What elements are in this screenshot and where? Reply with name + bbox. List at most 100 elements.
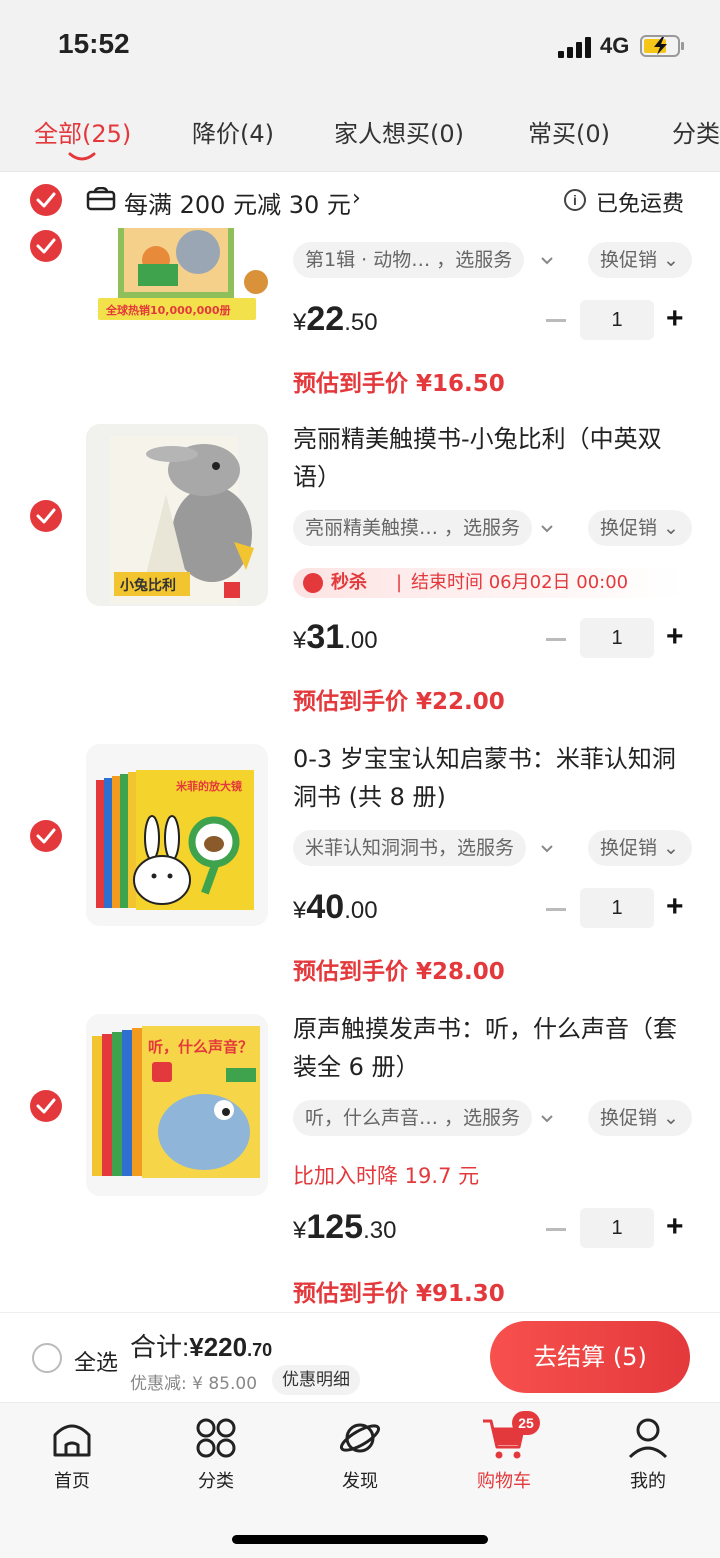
tab-price-drop[interactable]: 降价(4) <box>192 114 274 149</box>
price-integer: 22 <box>306 300 345 338</box>
quantity-input[interactable]: 1 <box>580 300 654 340</box>
price-decimal: .50 <box>344 309 378 336</box>
increase-qty-button[interactable]: + <box>666 892 684 922</box>
product-image[interactable]: 小兔比利 <box>86 424 268 606</box>
total-price: 合计:¥220.70 <box>130 1327 272 1364</box>
total-integer: ¥220 <box>189 1332 248 1362</box>
nav-discover[interactable]: 发现 <box>310 1415 410 1493</box>
tab-category[interactable]: 分类 <box>672 114 720 149</box>
flash-sale-label: 秒杀 <box>331 572 367 593</box>
store-promo-header: 每满 200 元减 30 元 › i 已免运费 <box>0 172 720 228</box>
shipping-status: 已免运费 <box>596 192 685 217</box>
select-all-label[interactable]: 全选 <box>74 1345 118 1377</box>
estimated-price: 预估到手价 ¥91.30 <box>293 1281 505 1307</box>
currency-symbol: ¥ <box>293 627 307 654</box>
info-icon[interactable]: i <box>564 189 586 211</box>
increase-qty-button[interactable]: + <box>666 622 684 652</box>
store-checkbox[interactable] <box>30 184 62 216</box>
item-checkbox[interactable] <box>30 820 62 852</box>
nav-cart-label: 购物车 <box>477 1471 531 1492</box>
price-decimal: .00 <box>344 627 378 654</box>
quantity-input[interactable]: 1 <box>580 1208 654 1248</box>
chevron-down-icon <box>541 257 553 265</box>
checkout-button[interactable]: 去结算 (5) <box>490 1321 690 1393</box>
increase-qty-button[interactable]: + <box>666 304 684 334</box>
estimated-price: 预估到手价 ¥22.00 <box>293 689 505 715</box>
currency-symbol: ¥ <box>293 1217 307 1244</box>
decrease-qty-button[interactable] <box>546 638 566 641</box>
coupon-icon <box>86 187 116 211</box>
checkout-bar: 全选 合计:¥220.70 优惠减: ¥ 85.00 优惠明细 去结算 (5) <box>0 1312 720 1402</box>
cart-list[interactable]: 每满 200 元减 30 元 › i 已免运费 全球热销10,000,000册 <box>0 172 720 1312</box>
flash-sale-end-time: 结束时间 06月02日 00:00 <box>411 572 629 593</box>
discount-detail-button[interactable]: 优惠明细 <box>272 1365 360 1395</box>
network-label: 4G <box>600 33 630 58</box>
change-promo-label: 换促销 <box>600 837 658 859</box>
cart-filter-tabs: 全部(25) 降价(4) 家人想买(0) 常买(0) 分类 <box>0 92 720 172</box>
tab-all[interactable]: 全部(25) <box>34 114 131 149</box>
nav-home[interactable]: 首页 <box>22 1415 122 1493</box>
estimated-price: 预估到手价 ¥16.50 <box>293 371 505 397</box>
decrease-qty-button[interactable] <box>546 1228 566 1231</box>
nav-cart[interactable]: 25 购物车 <box>454 1411 554 1493</box>
decrease-qty-button[interactable] <box>546 319 566 322</box>
check-icon <box>36 192 56 208</box>
cart-count-badge: 25 <box>512 1411 540 1435</box>
nav-category[interactable]: 分类 <box>166 1415 266 1493</box>
product-title[interactable]: 原声触摸发声书：听，什么声音（套装全 6 册） <box>293 1010 693 1086</box>
item-price: ¥40.00 <box>293 888 378 927</box>
item-checkbox[interactable] <box>30 500 62 532</box>
tab-family-wants[interactable]: 家人想买(0) <box>334 114 464 149</box>
nav-profile[interactable]: 我的 <box>598 1415 698 1493</box>
category-grid-icon <box>196 1418 236 1458</box>
estimated-price: 预估到手价 ¥28.00 <box>293 959 505 985</box>
decrease-qty-button[interactable] <box>546 908 566 911</box>
cover-text: 听，什么声音？ <box>148 1038 253 1056</box>
nav-category-label: 分类 <box>198 1471 234 1492</box>
chevron-down-icon <box>541 845 553 853</box>
spec-selector[interactable]: 米菲认知洞洞书，选服务 <box>293 830 527 866</box>
spec-selector[interactable]: 第1辑 · 动物… ，选服务 <box>293 242 525 278</box>
change-promo-button[interactable]: 换促销 ⌄ <box>588 510 692 546</box>
item-checkbox[interactable] <box>30 1090 62 1122</box>
total-decimal: .70 <box>247 1340 273 1360</box>
chevron-down-icon <box>541 525 553 533</box>
tab-frequently-bought[interactable]: 常买(0) <box>528 114 610 149</box>
promo-text[interactable]: 每满 200 元减 30 元 <box>124 185 351 220</box>
currency-symbol: ¥ <box>293 309 307 336</box>
chevron-down-icon <box>541 1115 553 1123</box>
price-drop-notice: 比加入时降 19.7 元 <box>293 1164 480 1188</box>
home-indicator <box>232 1535 488 1544</box>
product-image[interactable]: 听，什么声音？ <box>86 1014 268 1196</box>
active-tab-indicator <box>68 152 96 161</box>
book-cover-rabbit: 小兔比利 <box>86 424 268 606</box>
increase-qty-button[interactable]: + <box>666 1212 684 1242</box>
product-image[interactable]: 米菲的放大镜 <box>86 744 268 926</box>
item-price: ¥31.00 <box>293 618 378 657</box>
home-icon <box>53 1424 91 1457</box>
change-promo-label: 换促销 <box>600 1107 658 1129</box>
bottom-tab-bar: 首页 分类 发现 25 购物车 我的 <box>0 1402 720 1558</box>
select-all-checkbox[interactable] <box>32 1343 62 1373</box>
change-promo-button[interactable]: 换促销 ⌄ <box>588 242 692 278</box>
change-promo-button[interactable]: 换促销 ⌄ <box>588 1100 692 1136</box>
spec-selector[interactable]: 听，什么声音… ，选服务 <box>293 1100 533 1136</box>
change-promo-label: 换促销 <box>600 517 658 539</box>
planet-icon <box>339 1423 381 1453</box>
shopping-cart-screen: 15:52 4G 全部(25) 降价(4) 家人想买(0) 常买(0) 分类 每… <box>0 0 720 1558</box>
spec-selector[interactable]: 亮丽精美触摸… ，选服务 <box>293 510 533 546</box>
change-promo-button[interactable]: 换促销 ⌄ <box>588 830 692 866</box>
nav-profile-label: 我的 <box>630 1471 666 1492</box>
product-title[interactable]: 亮丽精美触摸书-小兔比利（中英双语） <box>293 420 693 496</box>
item-checkbox[interactable] <box>30 230 62 262</box>
product-title[interactable]: 0-3 岁宝宝认知启蒙书：米菲认知洞洞书 (共 8 册) <box>293 740 693 816</box>
quantity-input[interactable]: 1 <box>580 888 654 928</box>
cover-text: 全球热销10,000,000册 <box>105 303 231 317</box>
item-price: ¥22.50 <box>293 300 378 339</box>
price-decimal: .00 <box>344 897 378 924</box>
quantity-input[interactable]: 1 <box>580 618 654 658</box>
check-icon <box>36 828 56 844</box>
status-time: 15:52 <box>58 28 130 59</box>
check-icon <box>36 508 56 524</box>
flash-sale-banner: 秒杀 | 结束时间 06月02日 00:00 <box>293 568 683 598</box>
